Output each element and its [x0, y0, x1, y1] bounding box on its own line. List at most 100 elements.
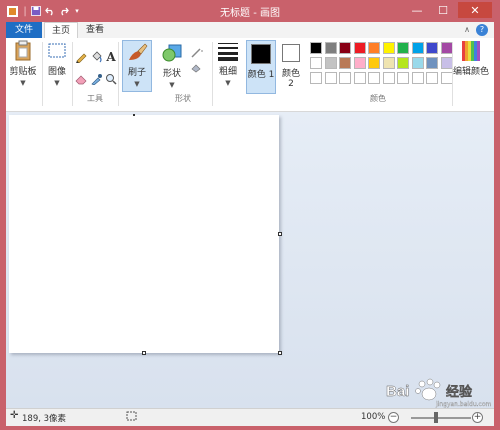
color1-fill: [251, 44, 271, 64]
resize-handle-bottom[interactable]: [142, 351, 146, 355]
help-icon[interactable]: ?: [476, 24, 488, 36]
palette-swatch[interactable]: [382, 72, 395, 84]
maximize-button[interactable]: ☐: [432, 2, 454, 18]
outline-icon[interactable]: [190, 46, 204, 60]
palette-swatch[interactable]: [310, 57, 322, 69]
line-width-icon: [217, 40, 239, 62]
resize-handle-corner[interactable]: [278, 351, 282, 355]
chevron-down-icon: ▼: [54, 79, 60, 87]
clipboard-label: 剪贴板: [9, 67, 37, 77]
image-button[interactable]: 图像 ▼: [44, 40, 70, 87]
cursor-position-icon: ✛: [10, 410, 19, 421]
baidu-watermark: Bai 经验 jingyan.baidu.com: [384, 374, 494, 408]
palette-swatch[interactable]: [324, 42, 337, 54]
palette-swatch[interactable]: [324, 72, 337, 84]
palette-swatch[interactable]: [368, 72, 380, 84]
color1-label: 颜色 1: [247, 70, 275, 80]
palette-swatch[interactable]: [440, 72, 453, 84]
palette-swatch[interactable]: [310, 42, 322, 54]
color2-swatch: [280, 42, 302, 64]
palette-swatch[interactable]: [426, 72, 438, 84]
ribbon-tabs: 文件 主页 查看 ∧ ?: [6, 22, 494, 39]
clipboard-button[interactable]: 剪贴板 ▼: [8, 40, 38, 87]
clipboard-icon: [12, 40, 34, 62]
color1-swatch: [250, 43, 272, 65]
palette-swatch[interactable]: [353, 42, 366, 54]
zoom-out-button[interactable]: −: [388, 412, 399, 423]
fill-shape-icon[interactable]: [190, 60, 204, 74]
palette-swatch[interactable]: [440, 42, 453, 54]
color1-button[interactable]: 颜色 1: [246, 40, 276, 94]
pencil-icon[interactable]: [74, 50, 88, 64]
drawing-canvas[interactable]: [9, 115, 279, 353]
palette-swatch[interactable]: [411, 72, 424, 84]
shapes-button[interactable]: 形状 ▼: [158, 42, 186, 89]
color2-fill: [282, 44, 300, 62]
palette-swatch[interactable]: [440, 57, 453, 69]
palette-swatch[interactable]: [368, 42, 380, 54]
magnifier-icon[interactable]: [104, 72, 118, 86]
tab-file[interactable]: 文件: [6, 22, 42, 38]
ribbon: 剪贴板 ▼ 图像 ▼ A 工具 刷子 ▼ 形状 ▼ 形状 粗细 ▼ 颜色 1 颜…: [6, 38, 494, 112]
cursor-dot: [133, 114, 135, 116]
zoom-slider-track[interactable]: [411, 417, 471, 419]
shapes-group: 形状 ▼ 形状: [156, 40, 210, 110]
rainbow-palette-icon: [460, 40, 482, 62]
palette-swatch[interactable]: [353, 72, 366, 84]
title-bar: | ▾ 无标题 - 画图 — ☐ ✕: [0, 0, 500, 22]
divider: [118, 42, 119, 106]
minimize-button[interactable]: —: [406, 2, 428, 18]
status-bar: ✛ 189, 3像素 100% − +: [6, 408, 494, 426]
tab-view[interactable]: 查看: [80, 22, 110, 38]
palette-swatch[interactable]: [353, 57, 366, 69]
resize-handle-right[interactable]: [278, 232, 282, 236]
palette-swatch[interactable]: [382, 57, 395, 69]
palette-swatch[interactable]: [310, 72, 322, 84]
palette-swatch[interactable]: [382, 42, 395, 54]
zoom-slider-thumb[interactable]: [434, 412, 438, 423]
eraser-icon[interactable]: [74, 72, 88, 86]
selection-size-icon: [126, 411, 138, 425]
canvas-workarea[interactable]: [6, 112, 494, 408]
image-label: 图像: [47, 67, 66, 77]
chevron-down-icon: ▼: [134, 80, 140, 88]
tab-home[interactable]: 主页: [44, 22, 78, 39]
palette-swatch[interactable]: [339, 57, 351, 69]
edit-colors-label: 编辑颜色: [452, 67, 489, 77]
palette-swatch[interactable]: [397, 42, 409, 54]
text-icon[interactable]: A: [104, 50, 118, 64]
fill-icon[interactable]: [89, 50, 103, 64]
palette-swatch[interactable]: [339, 42, 351, 54]
palette-swatch[interactable]: [339, 72, 351, 84]
zoom-in-button[interactable]: +: [472, 412, 483, 423]
size-button[interactable]: 粗细 ▼: [214, 40, 242, 87]
palette-swatch[interactable]: [426, 42, 438, 54]
colors-group-label: 颜色: [370, 94, 386, 103]
chevron-down-icon: ▼: [169, 81, 175, 89]
color2-button[interactable]: 颜色 2: [278, 40, 304, 89]
svg-text:Bai: Bai: [386, 383, 409, 400]
color2-label: 颜色 2: [281, 69, 300, 89]
palette-swatch[interactable]: [411, 42, 424, 54]
brushes-button[interactable]: 刷子 ▼: [122, 40, 152, 92]
color-picker-icon[interactable]: [89, 72, 103, 86]
shapes-icon: [161, 42, 183, 64]
colors-group: 颜色: [304, 40, 453, 110]
baidu-logo: Bai 经验 jingyan.baidu.com: [386, 378, 492, 408]
svg-text:jingyan.baidu.com: jingyan.baidu.com: [435, 401, 492, 408]
palette-swatch[interactable]: [324, 57, 337, 69]
palette-swatch[interactable]: [411, 57, 424, 69]
chevron-down-icon: ▼: [20, 79, 26, 87]
cursor-position: 189, 3像素: [22, 414, 67, 424]
tools-group-label: 工具: [87, 94, 103, 103]
edit-colors-button[interactable]: 编辑颜色: [452, 40, 490, 77]
tools-group: A 工具: [72, 40, 118, 110]
palette-swatch[interactable]: [397, 57, 409, 69]
brushes-label: 刷子: [127, 68, 146, 78]
palette-swatch[interactable]: [397, 72, 409, 84]
close-button[interactable]: ✕: [458, 2, 492, 18]
palette-swatch[interactable]: [426, 57, 438, 69]
palette-swatch[interactable]: [368, 57, 380, 69]
divider: [42, 42, 43, 106]
collapse-ribbon-icon[interactable]: ∧: [464, 25, 470, 34]
